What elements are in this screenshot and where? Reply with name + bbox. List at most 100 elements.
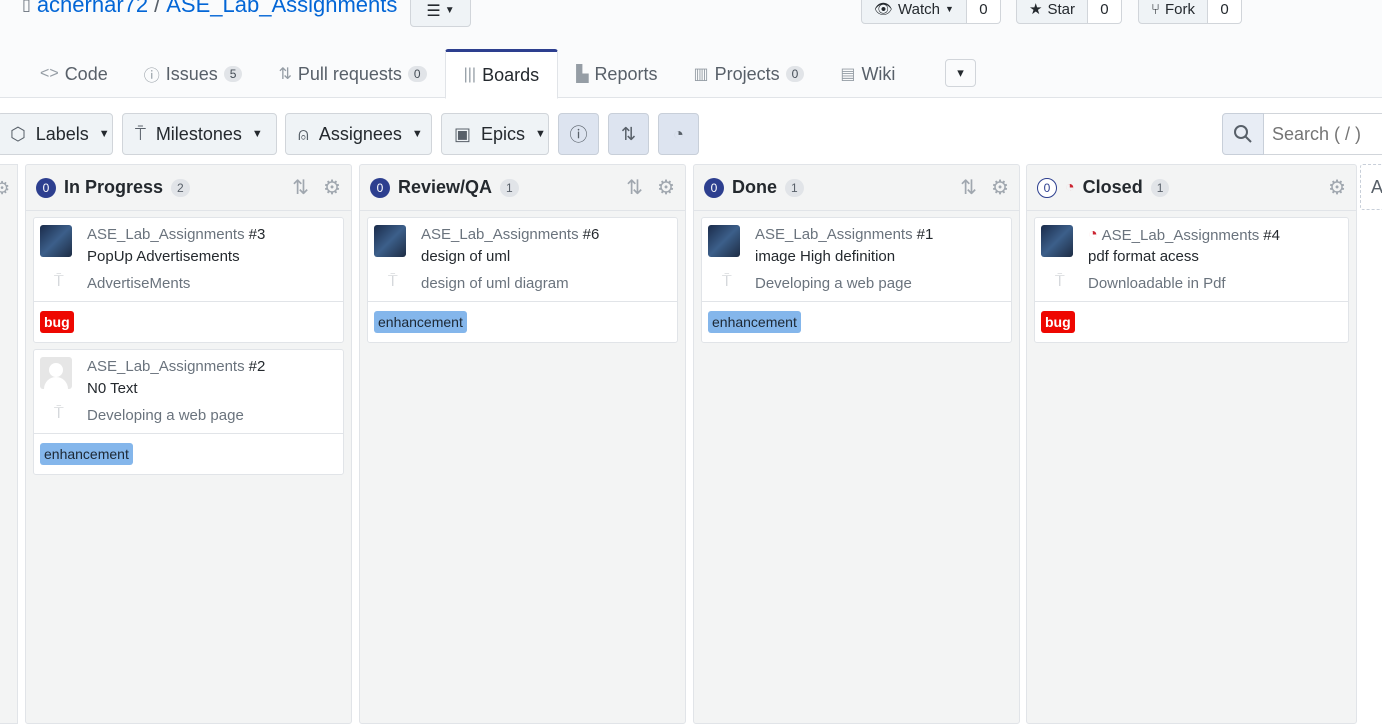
column-in-progress: 0 In Progress 2 ⇅ ⚙ ASE_Lab_Assignments …: [25, 164, 352, 724]
tab-wiki[interactable]: ▤ Wiki: [822, 49, 913, 99]
column-done: 0 Done 1 ⇅ ⚙ ASE_Lab_Assignments #1 imag…: [693, 164, 1020, 724]
closed-issue-icon: ◔: [1088, 226, 1098, 243]
card-title[interactable]: image High definition: [755, 248, 895, 265]
fork-button[interactable]: ⑂ Fork: [1138, 0, 1209, 24]
card-repo: ASE_Lab_Assignments #2: [87, 358, 265, 375]
tab-projects[interactable]: ▥ Projects 0: [675, 49, 822, 99]
fork-count[interactable]: 0: [1208, 0, 1243, 24]
card-issue-number[interactable]: #1: [917, 226, 934, 243]
card-issue-number[interactable]: #6: [583, 226, 600, 243]
watch-button[interactable]: 👁 Watch ▼: [861, 0, 967, 24]
card-milestone: AdvertiseMents: [87, 275, 191, 292]
star-count[interactable]: 0: [1087, 0, 1122, 24]
issue-card[interactable]: ASE_Lab_Assignments #1 image High defini…: [701, 217, 1012, 343]
column-actions: ⇅ ⚙: [292, 175, 341, 200]
card-issue-number[interactable]: #3: [249, 226, 266, 243]
issue-card[interactable]: ASE_Lab_Assignments #2 N0 Text ⍑ Develop…: [33, 349, 344, 475]
search-icon: [1234, 125, 1252, 143]
repo-name-link[interactable]: ASE_Lab_Assignments: [166, 0, 397, 18]
avatar: [40, 225, 72, 257]
tab-count: 0: [785, 66, 805, 82]
labels-filter-button[interactable]: ⬡ Labels ▼: [0, 113, 113, 155]
card-body: ◔ ASE_Lab_Assignments #4 pdf format aces…: [1035, 218, 1348, 302]
search-button[interactable]: [1222, 113, 1264, 155]
more-tabs-button[interactable]: ▾: [945, 59, 976, 87]
watch-group: 👁 Watch ▼ 0: [861, 0, 1001, 24]
card-title[interactable]: design of uml: [421, 248, 510, 265]
breadcrumb: ▯ achernar72 / ASE_Lab_Assignments: [22, 0, 397, 18]
epics-filter-label: Epics: [481, 123, 526, 144]
search-input[interactable]: [1264, 113, 1382, 155]
tab-label: Issues: [165, 63, 218, 84]
repo-owner-link[interactable]: achernar72: [37, 0, 148, 18]
card-title[interactable]: PopUp Advertisements: [87, 248, 240, 265]
card-milestone: Developing a web page: [87, 407, 244, 424]
gear-icon[interactable]: ⚙: [323, 175, 341, 200]
tab-label: Code: [64, 63, 108, 84]
card-repo-name: ASE_Lab_Assignments: [1101, 226, 1260, 244]
pull-request-icon: ⇅: [278, 66, 292, 83]
tab-pull-requests[interactable]: ⇅ Pull requests 0: [260, 49, 444, 99]
milestone-icon: ⍑: [388, 273, 398, 290]
card-repo: ASE_Lab_Assignments #1: [755, 226, 933, 243]
filter-bar: ⬡ Labels ▼ ⍑ Milestones ▼ ⍝ Assignees ▼ …: [0, 113, 1382, 155]
column-actions: ⇅ ⚙: [626, 175, 675, 200]
show-closed-toggle[interactable]: ◔: [658, 113, 699, 155]
caret-down-icon: ▼: [535, 128, 546, 140]
caret-down-icon: ▼: [444, 5, 455, 16]
gear-icon[interactable]: ⚙: [1328, 175, 1346, 200]
tab-boards[interactable]: ||| Boards: [444, 49, 559, 99]
card-repo: ASE_Lab_Assignments #3: [87, 226, 265, 243]
show-pull-requests-toggle[interactable]: ⇅: [608, 113, 649, 155]
milestone-icon: ⍑: [54, 405, 64, 422]
gear-icon[interactable]: ⚙: [991, 175, 1009, 200]
repo-tabs: <> Code ⓘ Issues 5 ⇅ Pull requests 0 |||…: [22, 49, 913, 99]
sort-icon[interactable]: ⇅: [960, 175, 977, 200]
milestones-filter-button[interactable]: ⍑ Milestones ▼: [122, 113, 277, 155]
label-enhancement[interactable]: enhancement: [374, 311, 467, 333]
tab-issues[interactable]: ⓘ Issues 5: [126, 49, 261, 99]
repo-menu-button[interactable]: ☰ ▼: [410, 0, 471, 27]
caret-down-icon: ▼: [251, 128, 263, 140]
column-title: Closed: [1082, 177, 1143, 197]
sort-icon[interactable]: ⇅: [292, 175, 309, 200]
milestones-filter-label: Milestones: [155, 123, 242, 144]
card-title[interactable]: N0 Text: [87, 380, 138, 397]
label-enhancement[interactable]: enhancement: [708, 311, 801, 333]
card-title[interactable]: pdf format acess: [1088, 248, 1199, 265]
card-issue-number[interactable]: #2: [249, 358, 266, 375]
eye-icon: 👁: [874, 1, 894, 18]
gear-icon[interactable]: ⚙: [657, 175, 675, 200]
milestone-icon: ⍑: [722, 273, 732, 290]
tab-count: 5: [223, 66, 243, 82]
issue-card[interactable]: ◔ ASE_Lab_Assignments #4 pdf format aces…: [1034, 217, 1349, 343]
column-count: 1: [1150, 178, 1170, 197]
tab-reports[interactable]: ▙ Reports: [558, 49, 675, 99]
watch-count[interactable]: 0: [966, 0, 1001, 24]
card-labels: bug: [1035, 302, 1348, 342]
star-button[interactable]: ★ Star: [1016, 0, 1088, 24]
tab-count: 0: [407, 66, 427, 82]
column-badge: 0: [36, 177, 56, 198]
milestone-icon: ⍑: [54, 273, 64, 290]
epics-filter-button[interactable]: ▣ Epics ▼: [441, 113, 549, 155]
card-issue-number[interactable]: #4: [1263, 227, 1280, 244]
label-enhancement[interactable]: enhancement: [40, 443, 133, 465]
graph-icon: ▙: [576, 66, 589, 83]
issue-card[interactable]: ASE_Lab_Assignments #6 design of uml ⍑ d…: [367, 217, 678, 343]
column-title: Done: [732, 177, 777, 197]
label-bug[interactable]: bug: [1041, 311, 1075, 333]
add-column-button[interactable]: A: [1360, 164, 1382, 210]
assignees-filter-button[interactable]: ⍝ Assignees ▼: [285, 113, 432, 155]
issue-card[interactable]: ASE_Lab_Assignments #3 PopUp Advertiseme…: [33, 217, 344, 343]
card-milestone: Developing a web page: [755, 275, 912, 292]
issue-icon: ⓘ: [569, 125, 588, 145]
closed-issue-icon: ◔: [673, 123, 684, 144]
tab-code[interactable]: <> Code: [22, 49, 126, 99]
avatar: [40, 357, 72, 389]
show-issues-toggle[interactable]: ⓘ: [558, 113, 599, 155]
sort-icon[interactable]: ⇅: [626, 175, 643, 200]
board: 0 In Progress 2 ⇅ ⚙ ASE_Lab_Assignments …: [0, 164, 1382, 724]
label-bug[interactable]: bug: [40, 311, 74, 333]
column-header: 0 Done 1 ⇅ ⚙: [694, 165, 1019, 211]
